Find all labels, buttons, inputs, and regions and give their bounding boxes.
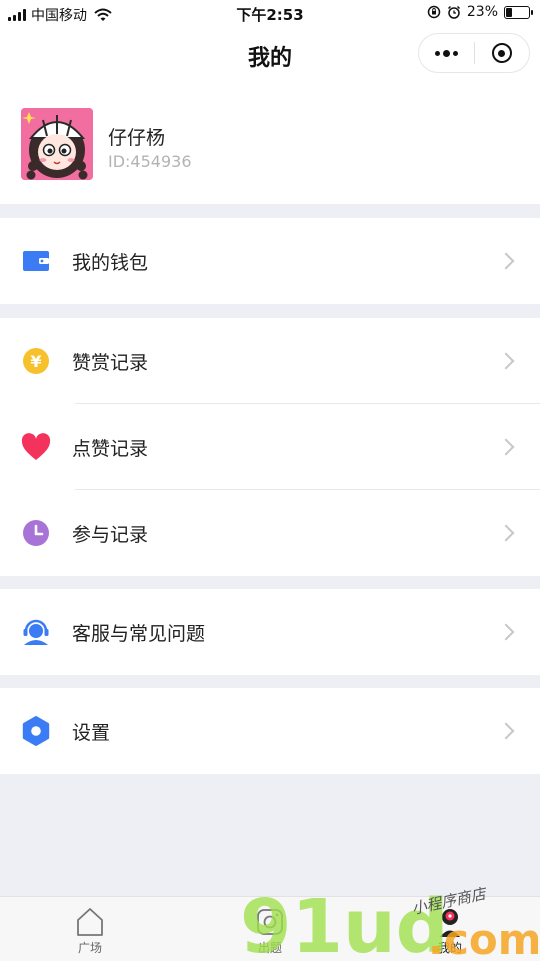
chevron-right-icon — [497, 722, 515, 740]
chevron-right-icon — [497, 352, 515, 370]
navigation-bar: 我的 — [0, 28, 540, 80]
tab-mine[interactable]: 我的 — [360, 897, 540, 961]
gear-icon — [21, 716, 51, 746]
menu-label-support: 客服与常见问题 — [72, 622, 206, 645]
menu-item-wallet[interactable]: 我的钱包 — [0, 218, 540, 304]
menu-label-participation: 参与记录 — [72, 523, 149, 546]
yen-coin-icon: ¥ — [21, 346, 51, 376]
close-mini-program-button[interactable] — [475, 34, 530, 72]
more-dots-icon — [434, 49, 458, 57]
profile-icon — [440, 909, 460, 937]
svg-text:¥: ¥ — [30, 352, 41, 371]
more-options-button[interactable] — [419, 34, 474, 72]
menu-label-wallet: 我的钱包 — [72, 251, 149, 274]
home-icon — [77, 908, 103, 936]
rotation-lock-icon — [427, 5, 441, 19]
tab-label: 广场 — [77, 941, 102, 955]
battery-percent: 23% — [466, 4, 498, 20]
username: 仔仔杨 — [108, 127, 166, 149]
menu-label-likes: 点赞记录 — [72, 437, 149, 460]
menu-label-rewards: 赞赏记录 — [72, 351, 149, 374]
status-bar: 中国移动 下午2:53 23% — [0, 0, 540, 28]
avatar[interactable] — [21, 108, 93, 180]
settings-section: 设置 — [0, 688, 540, 774]
headset-icon — [21, 617, 51, 647]
chevron-right-icon — [497, 438, 515, 456]
chevron-right-icon — [497, 524, 515, 542]
menu-item-rewards[interactable]: ¥ 赞赏记录 — [0, 318, 540, 404]
menu-item-settings[interactable]: 设置 — [0, 688, 540, 774]
clock-icon — [21, 518, 51, 548]
tab-square[interactable]: 广场 — [0, 897, 180, 961]
menu-item-likes[interactable]: 点赞记录 — [0, 404, 540, 490]
tab-create-question[interactable]: 出题 — [180, 897, 360, 961]
user-id: ID:454936 — [108, 152, 192, 171]
target-circle-icon — [491, 43, 512, 63]
mini-program-capsule — [418, 33, 530, 73]
menu-label-settings: 设置 — [72, 721, 111, 744]
camera-icon — [257, 909, 283, 935]
alarm-icon — [447, 5, 460, 19]
records-section: ¥ 赞赏记录 点赞记录 参与记录 — [0, 318, 540, 576]
chevron-right-icon — [497, 252, 515, 270]
tab-label: 我的 — [437, 941, 462, 955]
tab-label: 出题 — [257, 941, 282, 955]
wallet-section: 我的钱包 — [0, 218, 540, 304]
avatar-illustration — [21, 108, 93, 180]
tab-bar: 广场 出题 我的 — [0, 896, 540, 961]
wallet-icon — [21, 246, 51, 276]
menu-item-support[interactable]: 客服与常见问题 — [0, 589, 540, 675]
heart-icon — [21, 432, 51, 462]
menu-item-participation[interactable]: 参与记录 — [0, 490, 540, 576]
chevron-right-icon — [497, 623, 515, 641]
battery-icon — [504, 5, 533, 19]
support-section: 客服与常见问题 — [0, 589, 540, 675]
profile-card[interactable]: 仔仔杨 ID:454936 — [0, 80, 540, 204]
